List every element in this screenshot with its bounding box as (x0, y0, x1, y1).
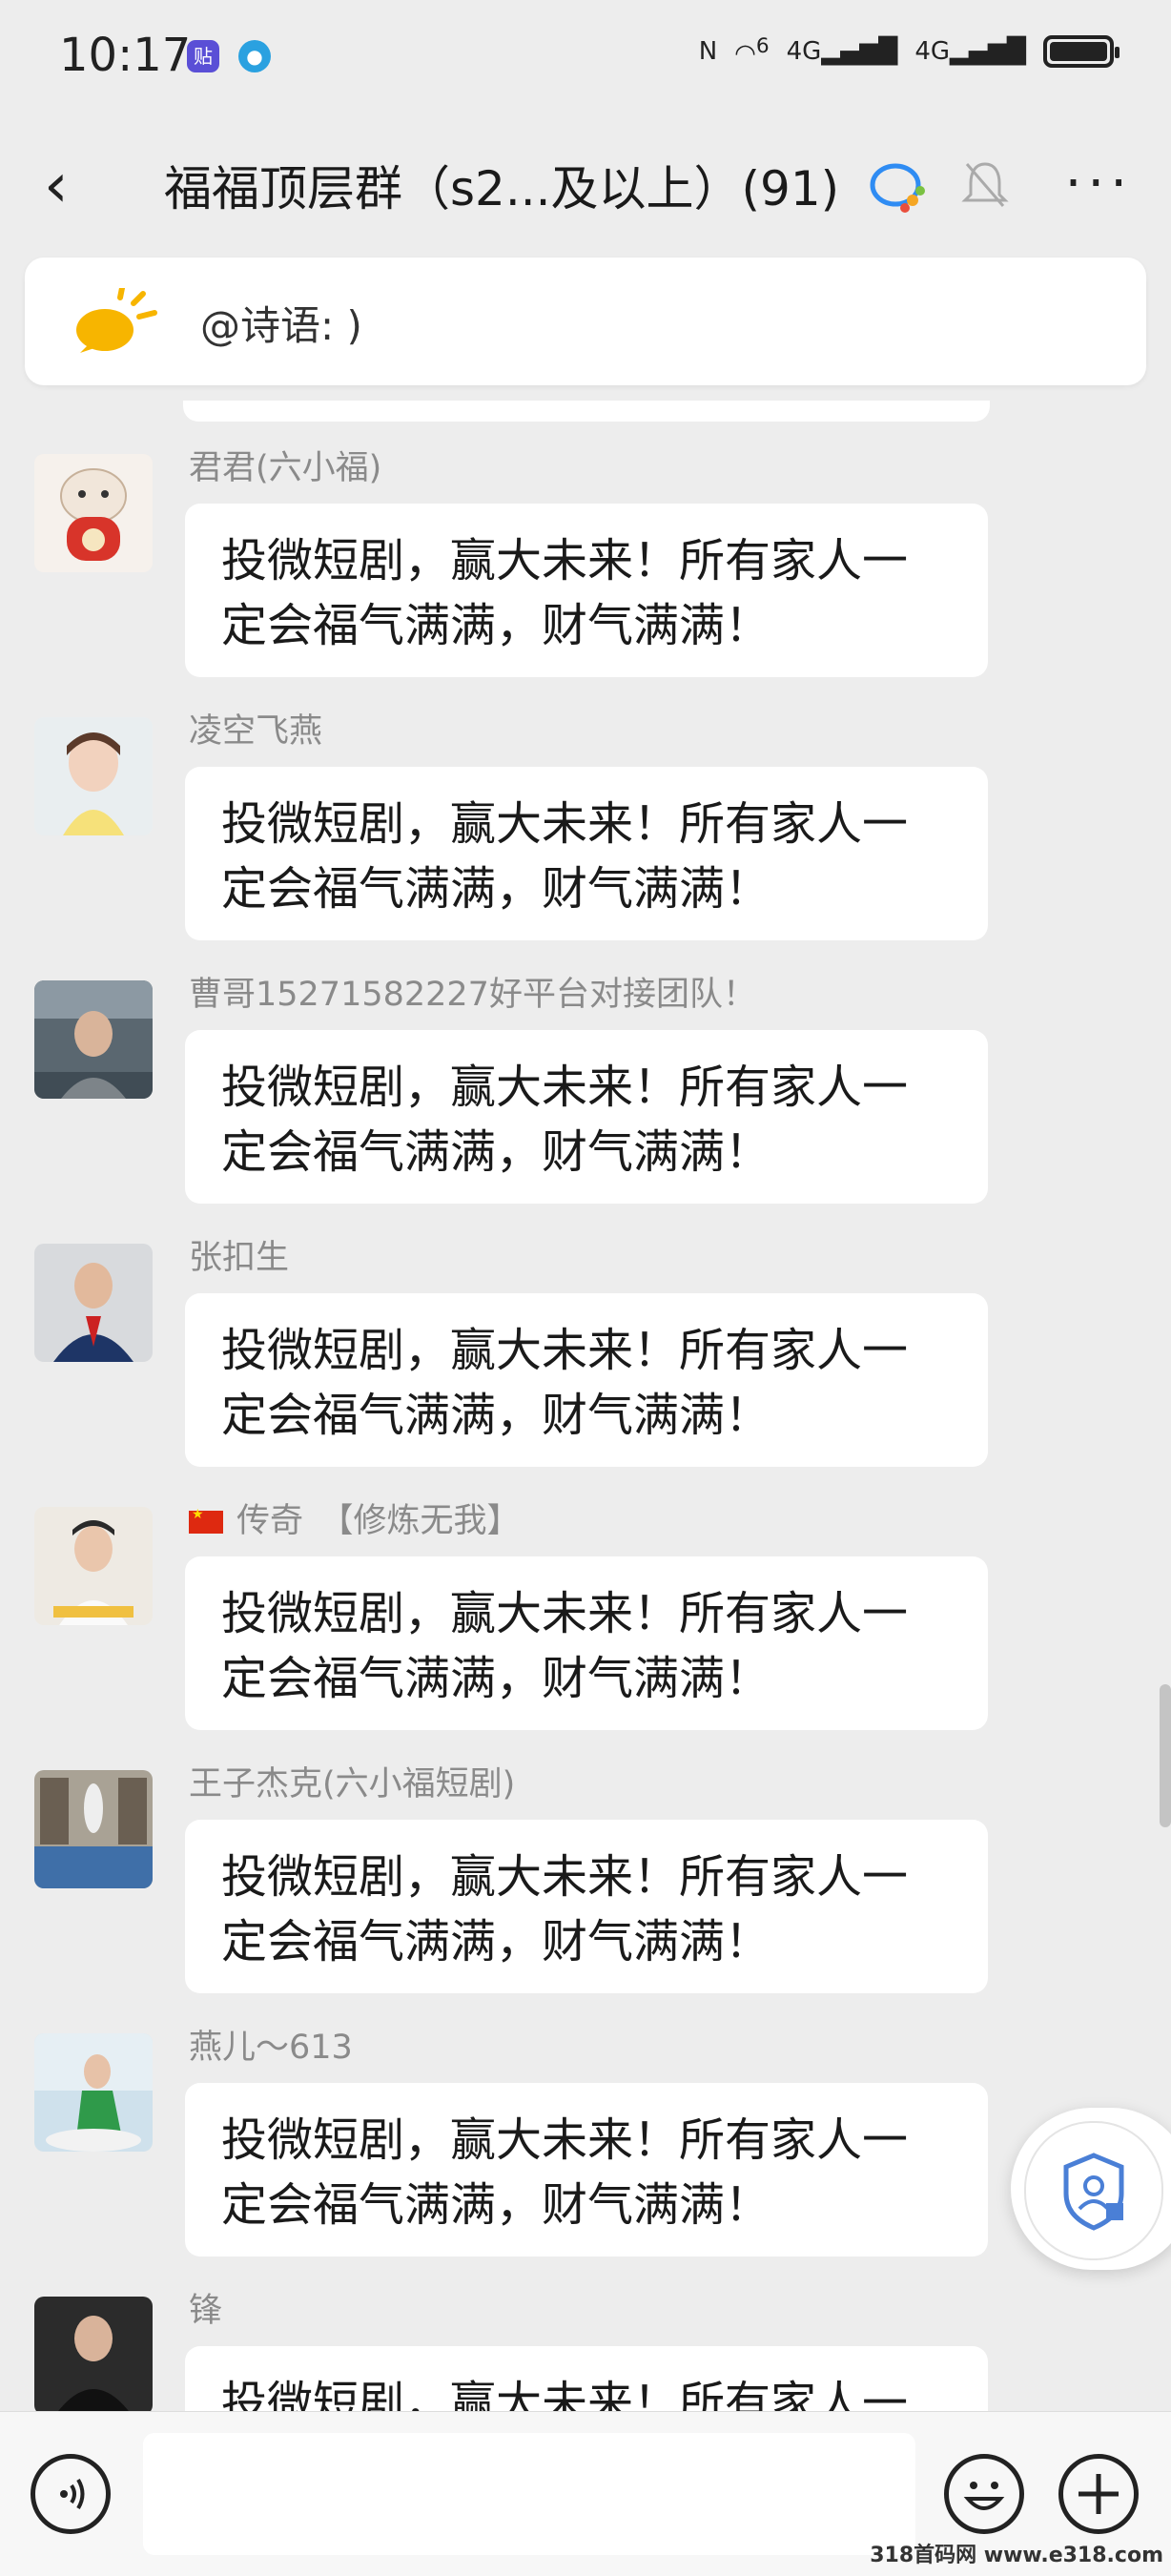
message-bubble[interactable]: 投微短剧，赢大未来！所有家人一定会福气满满，财气满满！ (185, 1556, 988, 1730)
message-bubble[interactable]: 投微短剧，赢大未来！所有家人一定会福气满满，财气满满！ (185, 1030, 988, 1204)
message-input[interactable] (143, 2433, 915, 2555)
message-bubble[interactable]: 投微短剧，赢大未来！所有家人一定会福气满满，财气满满！ (185, 2083, 988, 2257)
voice-input-icon[interactable] (31, 2454, 111, 2534)
input-bar: 318首码网 www.e318.com (0, 2411, 1171, 2576)
back-arrow-icon[interactable]: ‹ (44, 153, 111, 219)
status-time: 10:17 (59, 29, 192, 82)
group-title[interactable]: 福福顶层群（s2...及以上）(91) (164, 151, 839, 219)
chat-header: ‹ 福福顶层群（s2...及以上）(91) ··· (0, 114, 1171, 258)
enterprise-chat-icon[interactable] (864, 158, 931, 216)
message-bubble[interactable]: 投微短剧，赢大未来！所有家人一定会福气满满，财气满满！ (185, 1820, 988, 1993)
floating-action-button[interactable] (1011, 2108, 1171, 2270)
sun-speech-icon (67, 285, 162, 355)
sender-name: 君君(六小福) (189, 449, 382, 487)
wifi-icon: ◠6 (734, 34, 770, 69)
emoji-icon[interactable] (944, 2454, 1024, 2534)
avatar[interactable] (34, 980, 153, 1099)
mute-bell-icon[interactable] (952, 158, 1018, 216)
nfc-icon: N (698, 36, 718, 66)
plus-icon[interactable] (1058, 2454, 1139, 2534)
sender-name: 传奇 【修炼无我】 (189, 1494, 521, 1542)
message-bubble[interactable]: 投微短剧，赢大未来！所有家人一定会福气满满，财气满满！ (185, 1293, 988, 1467)
avatar[interactable] (34, 454, 153, 572)
message-bubble[interactable]: 投微短剧，赢大未来！所有家人一定会福气满满，财气满满！ (185, 504, 988, 677)
sender-name: 锋 (189, 2292, 223, 2330)
sender-name: 燕儿～613 (189, 2029, 353, 2067)
signal-4g-icon: 4G▂▄▆█ (786, 36, 898, 66)
sender-name: 张扣生 (189, 1239, 290, 1277)
signal-4g-icon-2: 4G▂▄▆█ (914, 36, 1026, 66)
mention-text: @诗语: ) (200, 302, 362, 349)
avatar[interactable] (34, 2033, 153, 2152)
sender-name: 曹哥15271582227好平台对接团队！ (189, 976, 756, 1014)
tieba-app-icon: 贴 (187, 40, 219, 72)
more-options-icon[interactable]: ··· (1065, 153, 1133, 215)
avatar[interactable] (34, 1507, 153, 1625)
previous-bubble-edge (183, 401, 990, 422)
watermark: 318首码网 www.e318.com (870, 2544, 1163, 2567)
status-indicators: N ◠6 4G▂▄▆█ 4G▂▄▆█ (698, 34, 1120, 69)
sender-name: 王子杰克(六小福短剧) (189, 1765, 516, 1803)
mention-banner[interactable]: @诗语: ) (25, 258, 1146, 385)
scrollbar-thumb[interactable] (1160, 1684, 1171, 1827)
browser-app-icon: ● (238, 40, 271, 72)
avatar[interactable] (34, 1770, 153, 1888)
status-bar: 10:17 贴 ● N ◠6 4G▂▄▆█ 4G▂▄▆█ (0, 0, 1171, 114)
message-bubble[interactable]: 投微短剧，赢大未来！所有家人一定会福气满满，财气满满！ (185, 767, 988, 940)
sender-name: 凌空飞燕 (189, 712, 323, 751)
avatar[interactable] (34, 717, 153, 835)
avatar[interactable] (34, 1244, 153, 1362)
shield-person-icon (1024, 2121, 1163, 2260)
avatar[interactable] (34, 2297, 153, 2415)
battery-icon (1043, 34, 1120, 68)
china-flag-icon (189, 1507, 223, 1534)
